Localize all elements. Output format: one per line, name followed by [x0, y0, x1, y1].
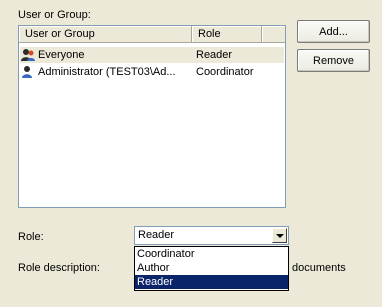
role-combobox-value: Reader [138, 229, 175, 241]
row-name: Administrator (TEST03\Ad... [38, 66, 176, 78]
role-dropdown-list[interactable]: Coordinator Author Reader [134, 246, 289, 291]
add-button[interactable]: Add... [297, 20, 370, 43]
role-label: Role: [18, 231, 44, 243]
user-icon [22, 66, 32, 78]
row-name: Everyone [38, 49, 85, 61]
column-header-filler [262, 26, 285, 43]
dropdown-option-coordinator[interactable]: Coordinator [135, 247, 288, 261]
dropdown-option-reader[interactable]: Reader [135, 275, 288, 289]
dropdown-option-author[interactable]: Author [135, 261, 288, 275]
row-role: Coordinator [196, 66, 254, 78]
user-group-list[interactable]: User or Group Role Everyone Reader Admin… [18, 25, 286, 208]
role-description-label: Role description: [18, 262, 100, 274]
role-combobox[interactable]: Reader [134, 226, 289, 245]
list-row-everyone[interactable]: Everyone Reader [20, 47, 284, 63]
chevron-down-icon [275, 233, 284, 238]
role-description-text: documents [292, 262, 346, 274]
user-group-icon [21, 49, 35, 61]
remove-button[interactable]: Remove [297, 49, 370, 72]
dropdown-button[interactable] [272, 228, 287, 243]
column-header-user-or-group[interactable]: User or Group [19, 26, 192, 43]
column-header-role[interactable]: Role [192, 26, 262, 43]
row-role: Reader [196, 49, 233, 61]
list-header: User or Group Role [19, 26, 285, 43]
list-row-administrator[interactable]: Administrator (TEST03\Ad... Coordinator [20, 64, 284, 80]
user-or-group-label: User or Group: [18, 9, 91, 21]
